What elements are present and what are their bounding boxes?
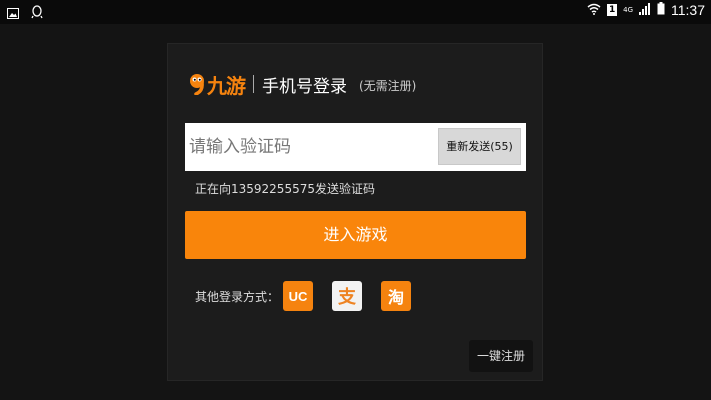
verification-code-input[interactable] <box>185 123 435 171</box>
uc-login-icon[interactable]: UC <box>283 281 314 311</box>
enter-game-button[interactable]: 进入游戏 <box>185 211 526 259</box>
quick-register-button[interactable]: 一键注册 <box>469 340 533 372</box>
other-login-methods: 其他登录方式： UC 支 淘 <box>195 281 430 311</box>
clock: 11:37 <box>671 2 705 18</box>
status-bar-left <box>7 4 43 23</box>
network-type-label: 4G <box>623 5 633 14</box>
dialog-title: 手机号登录 <box>262 76 347 97</box>
verification-code-row: 重新发送(55) <box>185 123 526 171</box>
qq-icon <box>31 4 43 23</box>
sim-indicator: 1 <box>607 4 618 16</box>
battery-icon <box>657 2 665 18</box>
resend-code-button[interactable]: 重新发送(55) <box>438 128 521 165</box>
header-separator <box>253 75 254 93</box>
logo-text: 九游 <box>207 73 246 98</box>
other-login-label: 其他登录方式： <box>195 289 280 304</box>
jiuyou-logo-icon <box>188 73 206 96</box>
status-bar-right: 1 4G 11:37 <box>587 2 705 18</box>
status-bar: 1 4G 11:37 <box>0 0 711 24</box>
sending-code-hint: 正在向13592255575发送验证码 <box>195 182 375 196</box>
alipay-login-icon[interactable]: 支 <box>332 281 363 311</box>
dialog-subtitle: (无需注册) <box>359 79 417 93</box>
gallery-icon <box>7 4 19 23</box>
wifi-icon <box>587 3 601 18</box>
dialog-header: 九游 手机号登录 (无需注册) <box>188 70 416 98</box>
taobao-login-icon[interactable]: 淘 <box>381 281 412 311</box>
signal-icon <box>639 2 651 18</box>
login-dialog: 九游 手机号登录 (无需注册) 重新发送(55) 正在向13592255575发… <box>167 43 543 381</box>
